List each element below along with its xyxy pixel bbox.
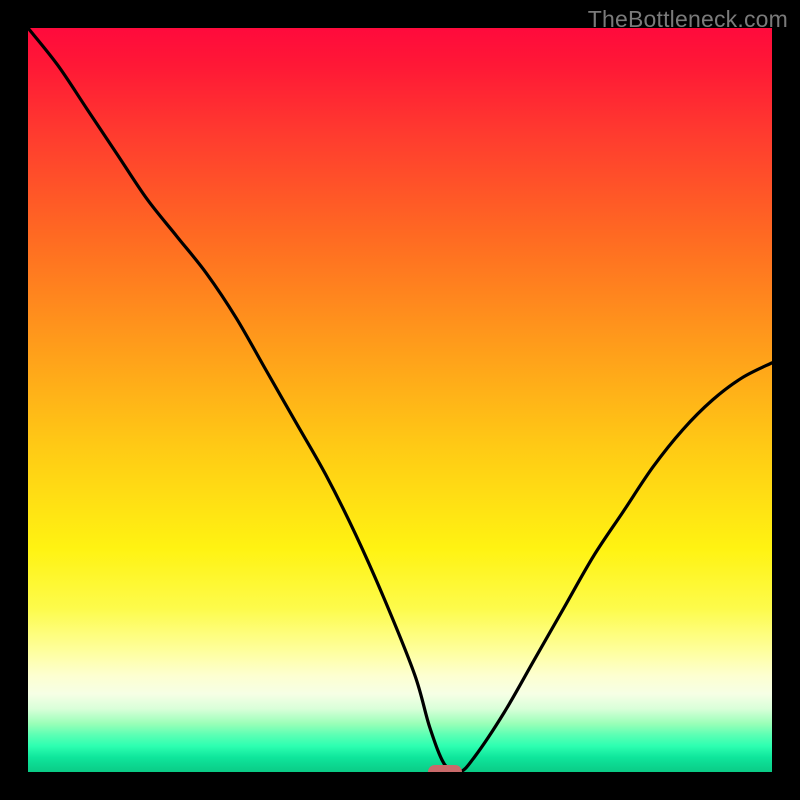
watermark-text: TheBottleneck.com bbox=[588, 6, 788, 33]
bottleneck-curve bbox=[28, 28, 772, 772]
chart-frame: TheBottleneck.com bbox=[0, 0, 800, 800]
optimum-marker bbox=[428, 765, 462, 772]
plot-area bbox=[28, 28, 772, 772]
curve-svg bbox=[28, 28, 772, 772]
